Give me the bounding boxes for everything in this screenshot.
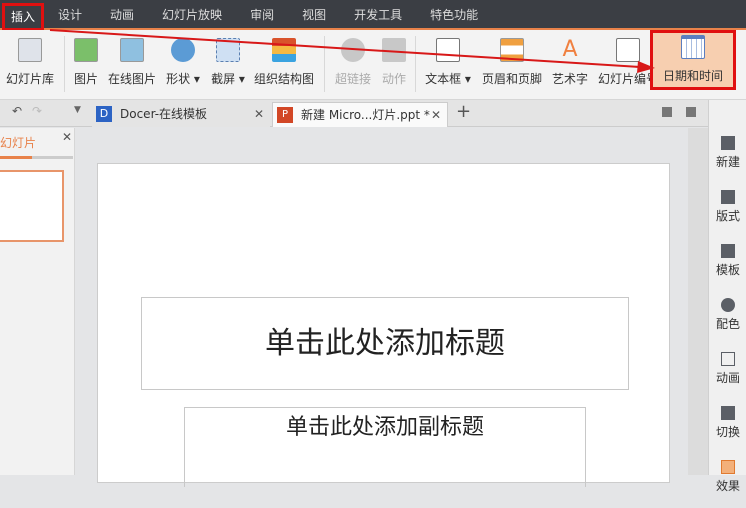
label: 艺术字 [551, 72, 588, 86]
header-footer-button[interactable]: 页眉和页脚 [480, 34, 544, 94]
label: 组织结构图 [254, 72, 315, 86]
template-tool[interactable]: 模板 [709, 244, 746, 292]
globe-icon [341, 38, 365, 62]
label: 动画 [715, 371, 740, 385]
divider [415, 36, 416, 92]
menu-review[interactable]: 审阅 [236, 0, 288, 28]
label: 新建 [715, 155, 740, 169]
play-icon [382, 38, 406, 62]
animation-tool[interactable]: 动画 [709, 352, 746, 400]
label: 截屏 [211, 72, 236, 86]
slide-library-icon [18, 38, 42, 62]
vertical-scrollbar[interactable] [688, 128, 708, 475]
layout-icon [721, 190, 735, 204]
tab-underline [0, 156, 73, 159]
new-tab-icon[interactable]: + [456, 101, 471, 122]
tab-label: 新建 Micro...灯片.ppt * [301, 108, 430, 122]
menu-slideshow[interactable]: 幻灯片放映 [148, 0, 236, 28]
slide-thumbnail[interactable] [0, 170, 64, 242]
new-slide-tool[interactable]: 新建 [709, 136, 746, 184]
menu-developer[interactable]: 开发工具 [340, 0, 416, 28]
screenshot-icon [216, 38, 240, 62]
menu-features[interactable]: 特色功能 [416, 0, 492, 28]
close-icon[interactable]: ✕ [431, 103, 441, 127]
label: 在线图片 [107, 72, 156, 86]
subtitle-placeholder[interactable]: 单击此处添加副标题 [184, 407, 586, 487]
label: 幻灯片编号 [597, 72, 658, 86]
calendar-icon [681, 35, 705, 59]
close-icon[interactable]: ✕ [62, 130, 72, 144]
tab-presentation[interactable]: P 新建 Micro...灯片.ppt * ✕ [272, 102, 448, 127]
slides-tab[interactable]: 幻灯片 [0, 134, 36, 151]
action-button[interactable]: 动作 [380, 34, 408, 94]
label: 效果 [715, 479, 740, 493]
dropdown-icon[interactable]: ▼ [74, 105, 81, 115]
ppt-file-icon: P [277, 107, 293, 123]
right-toolbar: 新建 版式 模板 配色 动画 切换 效果 [708, 100, 746, 493]
label: 动作 [381, 72, 406, 86]
ribbon: 幻灯片库 图片 在线图片 形状 ▾ 截屏 ▾ 组织结构图 超链接 动作 文本框 … [0, 30, 746, 100]
slide-number-icon [616, 38, 640, 62]
shape-icon [171, 38, 195, 62]
label: 幻灯片库 [5, 72, 54, 86]
slide-library-button[interactable]: 幻灯片库 [4, 34, 56, 94]
menu-animation[interactable]: 动画 [96, 0, 148, 28]
label: 配色 [715, 317, 740, 331]
label: 页眉和页脚 [481, 72, 542, 86]
layout-tool[interactable]: 版式 [709, 190, 746, 238]
effects-icon [721, 460, 735, 474]
transition-tool[interactable]: 切换 [709, 406, 746, 454]
hyperlink-button[interactable]: 超链接 [334, 34, 372, 94]
slides-panel: 幻灯片 ✕ [0, 128, 75, 475]
wordart-icon: A [562, 37, 578, 62]
template-icon [721, 244, 735, 258]
menu-bar: 插入 设计 动画 幻灯片放映 审阅 视图 开发工具 特色功能 [0, 0, 746, 31]
picture-icon [74, 38, 98, 62]
menu-view[interactable]: 视图 [288, 0, 340, 28]
palette-icon [721, 298, 735, 312]
menu-insert[interactable]: 插入 [2, 3, 45, 31]
header-footer-icon [500, 38, 524, 62]
label: 模板 [715, 263, 740, 277]
label: 图片 [73, 72, 98, 86]
textbox-button[interactable]: 文本框 ▾ [424, 34, 472, 94]
label: 形状 [166, 72, 191, 86]
label: 文本框 [425, 72, 462, 86]
divider [64, 36, 65, 92]
label: 切换 [715, 425, 740, 439]
menu-design[interactable]: 设计 [44, 0, 96, 28]
org-chart-button[interactable]: 组织结构图 [254, 34, 314, 94]
document-tab-bar: ↶ ↷ ▼ D Docer-在线模板 ✕ P 新建 Micro...灯片.ppt … [0, 100, 708, 127]
tab-menu-icon[interactable] [686, 107, 696, 117]
transition-icon [721, 406, 735, 420]
tab-label: Docer-在线模板 [120, 107, 208, 121]
textbox-icon [436, 38, 460, 62]
shape-button[interactable]: 形状 ▾ [165, 34, 201, 94]
label: 超链接 [334, 72, 371, 86]
org-chart-icon [272, 38, 296, 62]
divider [324, 36, 325, 92]
label: 版式 [715, 209, 740, 223]
online-picture-icon [120, 38, 144, 62]
close-icon[interactable]: ✕ [254, 102, 264, 126]
color-scheme-tool[interactable]: 配色 [709, 298, 746, 346]
animation-icon [721, 352, 735, 366]
slide-canvas[interactable]: 单击此处添加标题 单击此处添加副标题 [97, 163, 670, 487]
online-picture-button[interactable]: 在线图片 [107, 34, 157, 94]
title-placeholder[interactable]: 单击此处添加标题 [141, 297, 629, 390]
effects-tool[interactable]: 效果 [709, 460, 746, 508]
redo-icon[interactable]: ↷ [32, 104, 42, 118]
window-icon[interactable] [662, 107, 672, 117]
undo-icon[interactable]: ↶ [12, 104, 22, 118]
label: 日期和时间 [662, 69, 723, 83]
screenshot-button[interactable]: 截屏 ▾ [210, 34, 246, 94]
tab-docer[interactable]: D Docer-在线模板 ✕ [92, 102, 270, 127]
date-time-button[interactable]: 日期和时间 [650, 30, 736, 90]
picture-button[interactable]: 图片 [72, 34, 100, 94]
new-icon [721, 136, 735, 150]
wordart-button[interactable]: A 艺术字 [551, 34, 589, 94]
docer-icon: D [96, 106, 112, 122]
